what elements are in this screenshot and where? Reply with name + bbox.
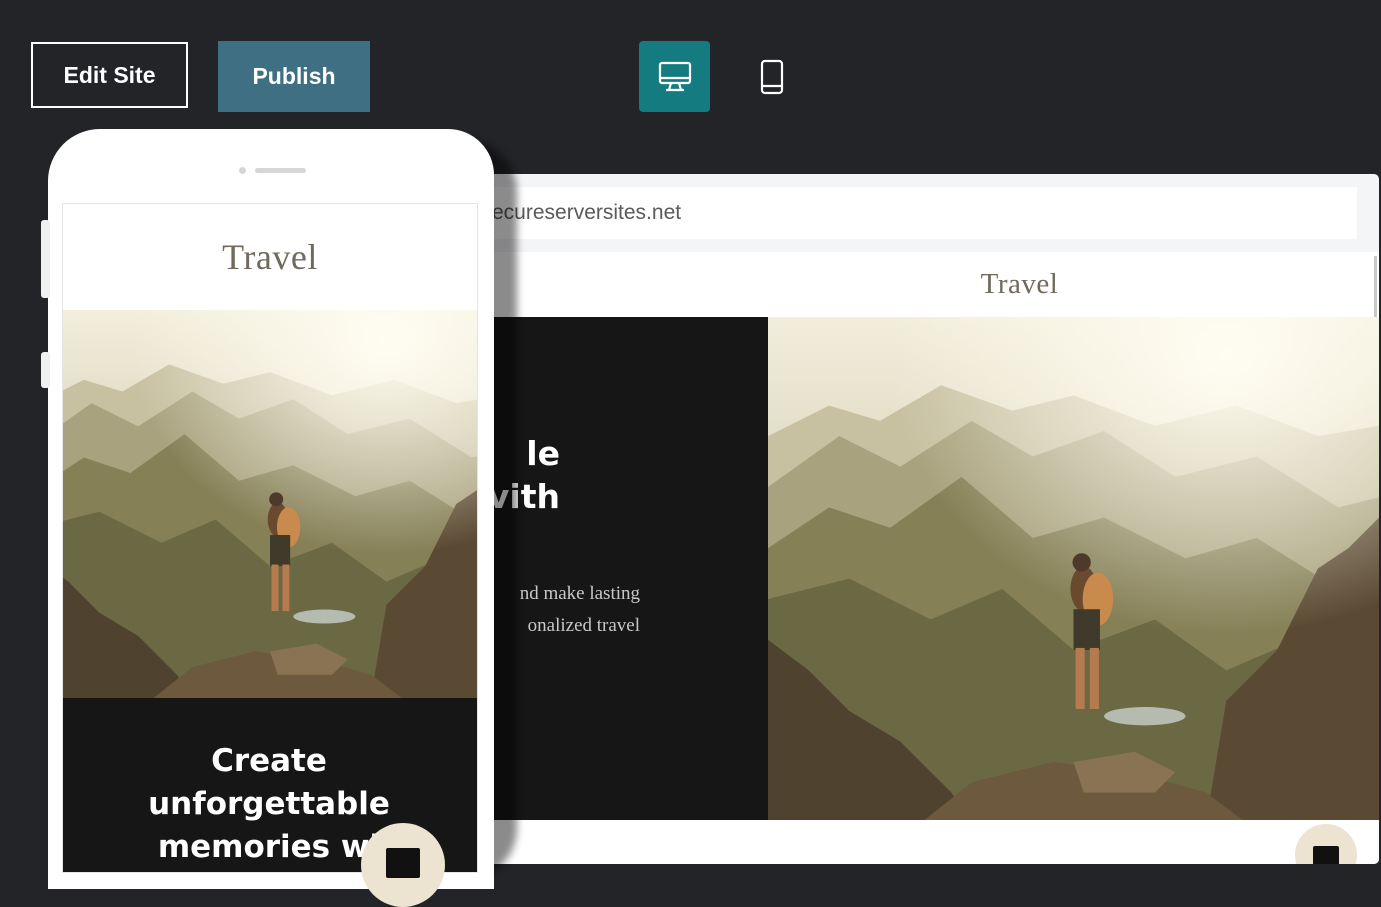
phone-side-button <box>41 220 50 298</box>
chat-bubble-icon <box>1313 846 1339 864</box>
chat-bubble-icon <box>386 848 420 878</box>
mobile-hero-heading-line: Create <box>211 743 327 779</box>
mobile-view-toggle[interactable] <box>736 41 807 112</box>
site-logo[interactable]: Travel <box>761 268 1059 301</box>
hero-image <box>768 317 1379 820</box>
desktop-monitor-icon <box>658 61 691 91</box>
url-text: ecureserversites.net <box>492 201 682 224</box>
url-bar: ecureserversites.net <box>464 187 1357 239</box>
edit-site-button[interactable]: Edit Site <box>31 42 188 108</box>
mobile-site-header: Travel <box>63 204 477 309</box>
phone-side-button <box>41 352 50 388</box>
publish-button[interactable]: Publish <box>218 41 370 112</box>
phone-camera <box>239 167 246 174</box>
mobile-chat-button[interactable] <box>361 823 445 907</box>
site-header: Travel <box>440 252 1379 317</box>
phone-speaker <box>255 168 306 173</box>
desktop-preview-frame: ecureserversites.net Travel le vith nd m… <box>440 174 1379 864</box>
mobile-site-logo[interactable]: Travel <box>222 236 318 278</box>
content-area <box>440 820 1379 864</box>
desktop-view-toggle[interactable] <box>639 41 710 112</box>
mobile-hero-image <box>63 310 477 698</box>
smartphone-icon <box>760 59 783 94</box>
mobile-hero-heading-line: unforgettable <box>148 786 390 822</box>
